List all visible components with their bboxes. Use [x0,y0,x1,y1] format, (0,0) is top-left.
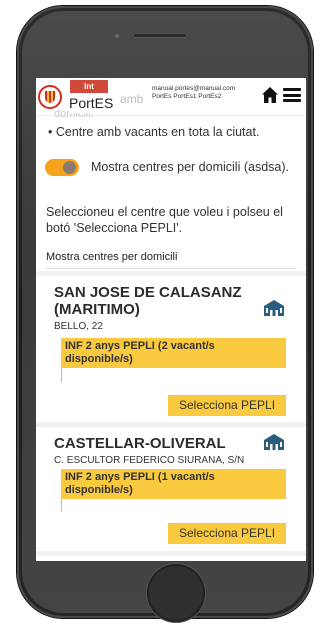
center-name: CASTELLAR-OLIVERAL [54,435,226,452]
info-divider [61,499,62,511]
select-pepli-button[interactable]: Selecciona PEPLI [168,395,286,416]
front-camera [115,34,119,38]
toggle-knob [63,161,76,174]
hamburger-menu-icon[interactable] [283,88,301,102]
vacancy-info-box: INF 2 anys PEPLI (1 vacant/s disponible/… [61,469,286,499]
section-header: Mostra centres per domicili [46,247,296,269]
vacancy-info-text: • Centre amb vacants en tota la ciutat. [48,125,260,139]
vacancy-info-box: INF 2 anys PEPLI (2 vacant/s disponible/… [61,338,286,368]
info-divider [61,368,62,382]
center-name: SAN JOSE DE CALASANZ (MARITIMO) [54,284,242,318]
user-info[interactable]: manual.portes@manual.com PortEs PortEs1 … [152,85,236,101]
card-separator [36,422,306,427]
user-roles: PortEs PortEs1 PortEs2 [152,93,222,100]
home-icon[interactable] [261,86,279,104]
user-email: manual.portes@manual.com [152,85,236,92]
app-screen: amb domicili. Int PortES manual.portes@m… [36,78,306,561]
select-pepli-button[interactable]: Selecciona PEPLI [168,523,286,544]
center-address: C. ESCULTOR FEDERICO SIURANA, S/N [54,455,245,466]
header-background-text: amb [120,92,144,106]
section-title: Mostra centres per domicili [46,251,178,263]
app-brand-name[interactable]: PortES [69,93,113,113]
phone-speaker [133,33,187,38]
phone-home-button[interactable] [147,564,205,622]
instructions-text: Seleccioneu el centre que voleu i polseu… [46,205,283,235]
school-building-icon[interactable] [264,434,284,450]
show-by-address-label[interactable]: Mostra centres per domicili (asdsa). [91,160,289,174]
card-separator [36,271,306,276]
app-header: amb domicili. Int PortES manual.portes@m… [36,78,306,120]
card-separator [36,551,306,556]
school-building-icon[interactable] [264,300,284,316]
center-address: BELLO, 22 [54,321,103,332]
show-by-address-toggle[interactable] [45,159,79,176]
city-logo-icon[interactable] [38,85,62,109]
environment-badge: Int [70,80,108,93]
